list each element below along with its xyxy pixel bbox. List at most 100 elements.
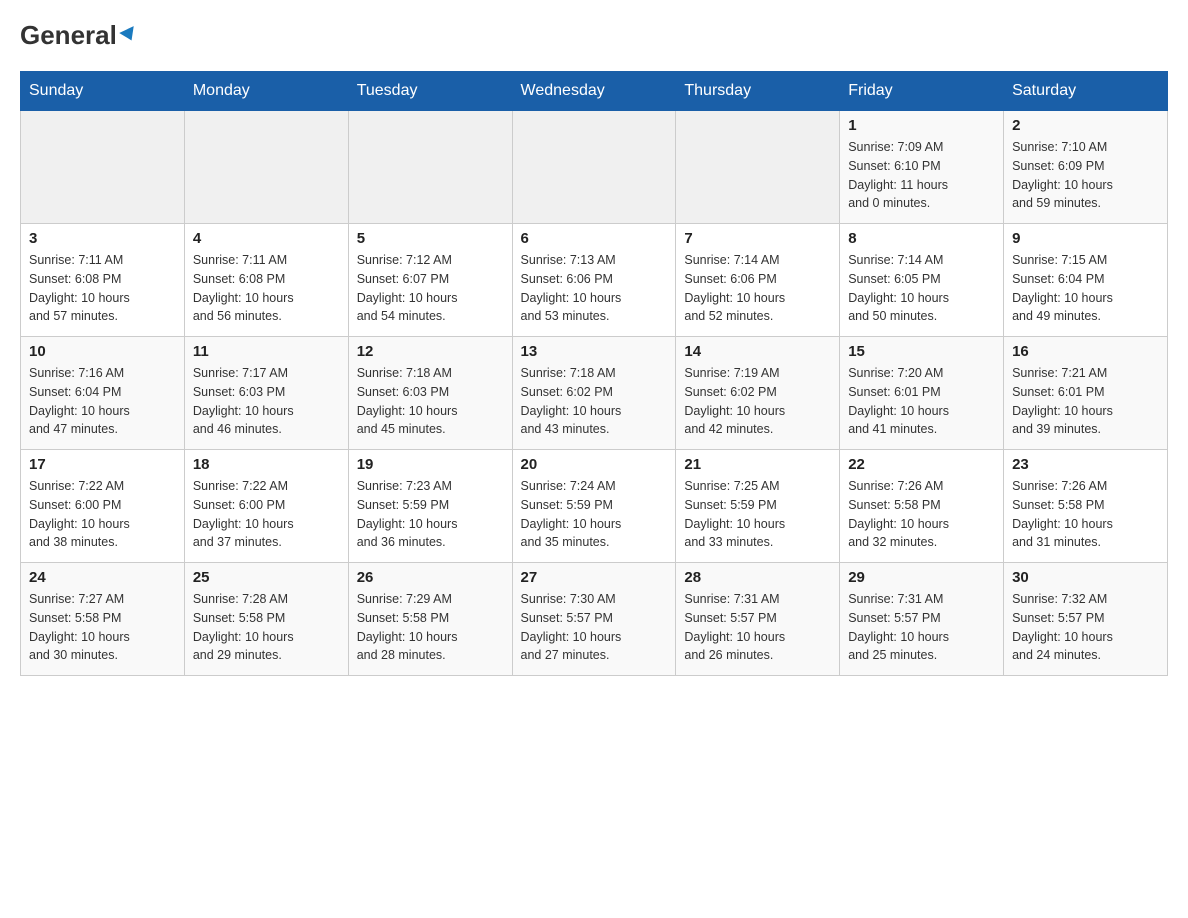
calendar-cell: 26Sunrise: 7:29 AMSunset: 5:58 PMDayligh… [348, 563, 512, 676]
calendar-cell: 23 Sunrise: 7:26 AMSunset: 5:58 PMDayligh… [1004, 450, 1168, 563]
calendar-cell: 21 Sunrise: 7:25 AMSunset: 5:59 PMDayligh… [676, 450, 840, 563]
day-number: 11 [193, 343, 340, 360]
calendar-cell: 30 Sunrise: 7:32 AMSunset: 5:57 PMDayligh… [1004, 563, 1168, 676]
calendar-cell: 1 Sunrise: 7:09 AMSunset: 6:10 PMDaylight… [840, 111, 1004, 224]
calendar-table: SundayMondayTuesdayWednesdayThursdayFrid… [20, 71, 1168, 676]
day-info: Sunrise: 7:18 AMSunset: 6:03 PMDaylight:… [357, 364, 504, 439]
day-number: 29 [848, 569, 995, 586]
day-number: 24 [29, 569, 176, 586]
calendar-cell [512, 111, 676, 224]
day-number: 23 [1012, 456, 1159, 473]
day-number: 9 [1012, 230, 1159, 247]
calendar-cell: 12 Sunrise: 7:18 AMSunset: 6:03 PMDayligh… [348, 337, 512, 450]
day-info: Sunrise: 7:09 AMSunset: 6:10 PMDaylight:… [848, 138, 995, 213]
calendar-cell [21, 111, 185, 224]
weekday-header-wednesday: Wednesday [512, 72, 676, 111]
calendar-cell: 2 Sunrise: 7:10 AMSunset: 6:09 PMDaylight… [1004, 111, 1168, 224]
day-number: 18 [193, 456, 340, 473]
day-info: Sunrise: 7:14 AMSunset: 6:06 PMDaylight:… [684, 251, 831, 326]
day-info: Sunrise: 7:16 AMSunset: 6:04 PMDaylight:… [29, 364, 176, 439]
day-number: 6 [521, 230, 668, 247]
day-info: Sunrise: 7:26 AMSunset: 5:58 PMDaylight:… [1012, 477, 1159, 552]
logo-general-text: General [20, 20, 117, 51]
calendar-cell: 6 Sunrise: 7:13 AMSunset: 6:06 PMDaylight… [512, 224, 676, 337]
day-info: Sunrise: 7:17 AMSunset: 6:03 PMDaylight:… [193, 364, 340, 439]
calendar-cell: 9Sunrise: 7:15 AMSunset: 6:04 PMDaylight… [1004, 224, 1168, 337]
weekday-header-tuesday: Tuesday [348, 72, 512, 111]
day-info: Sunrise: 7:22 AMSunset: 6:00 PMDaylight:… [193, 477, 340, 552]
day-number: 25 [193, 569, 340, 586]
day-number: 28 [684, 569, 831, 586]
day-info: Sunrise: 7:12 AMSunset: 6:07 PMDaylight:… [357, 251, 504, 326]
day-number: 16 [1012, 343, 1159, 360]
day-info: Sunrise: 7:22 AMSunset: 6:00 PMDaylight:… [29, 477, 176, 552]
calendar-cell: 5 Sunrise: 7:12 AMSunset: 6:07 PMDaylight… [348, 224, 512, 337]
day-number: 22 [848, 456, 995, 473]
calendar-cell: 17 Sunrise: 7:22 AMSunset: 6:00 PMDayligh… [21, 450, 185, 563]
calendar-week-row: 1 Sunrise: 7:09 AMSunset: 6:10 PMDaylight… [21, 111, 1168, 224]
calendar-cell: 22 Sunrise: 7:26 AMSunset: 5:58 PMDayligh… [840, 450, 1004, 563]
day-info: Sunrise: 7:10 AMSunset: 6:09 PMDaylight:… [1012, 138, 1159, 213]
day-number: 7 [684, 230, 831, 247]
weekday-header-row: SundayMondayTuesdayWednesdayThursdayFrid… [21, 72, 1168, 111]
day-number: 5 [357, 230, 504, 247]
calendar-cell: 18 Sunrise: 7:22 AMSunset: 6:00 PMDayligh… [184, 450, 348, 563]
weekday-header-thursday: Thursday [676, 72, 840, 111]
calendar-cell: 10Sunrise: 7:16 AMSunset: 6:04 PMDayligh… [21, 337, 185, 450]
day-number: 13 [521, 343, 668, 360]
day-info: Sunrise: 7:31 AMSunset: 5:57 PMDaylight:… [848, 590, 995, 665]
day-info: Sunrise: 7:28 AMSunset: 5:58 PMDaylight:… [193, 590, 340, 665]
day-number: 12 [357, 343, 504, 360]
day-info: Sunrise: 7:31 AMSunset: 5:57 PMDaylight:… [684, 590, 831, 665]
day-info: Sunrise: 7:20 AMSunset: 6:01 PMDaylight:… [848, 364, 995, 439]
day-info: Sunrise: 7:26 AMSunset: 5:58 PMDaylight:… [848, 477, 995, 552]
day-info: Sunrise: 7:23 AMSunset: 5:59 PMDaylight:… [357, 477, 504, 552]
calendar-cell: 27Sunrise: 7:30 AMSunset: 5:57 PMDayligh… [512, 563, 676, 676]
day-number: 2 [1012, 117, 1159, 134]
calendar-week-row: 10Sunrise: 7:16 AMSunset: 6:04 PMDayligh… [21, 337, 1168, 450]
calendar-cell [348, 111, 512, 224]
weekday-header-sunday: Sunday [21, 72, 185, 111]
calendar-cell: 4Sunrise: 7:11 AMSunset: 6:08 PMDaylight… [184, 224, 348, 337]
calendar-cell [676, 111, 840, 224]
weekday-header-monday: Monday [184, 72, 348, 111]
calendar-cell: 15 Sunrise: 7:20 AMSunset: 6:01 PMDayligh… [840, 337, 1004, 450]
day-number: 20 [521, 456, 668, 473]
page-header: General [20, 20, 1168, 51]
calendar-week-row: 24Sunrise: 7:27 AMSunset: 5:58 PMDayligh… [21, 563, 1168, 676]
calendar-cell: 13 Sunrise: 7:18 AMSunset: 6:02 PMDayligh… [512, 337, 676, 450]
day-info: Sunrise: 7:14 AMSunset: 6:05 PMDaylight:… [848, 251, 995, 326]
day-info: Sunrise: 7:21 AMSunset: 6:01 PMDaylight:… [1012, 364, 1159, 439]
day-number: 30 [1012, 569, 1159, 586]
day-number: 14 [684, 343, 831, 360]
calendar-cell: 28 Sunrise: 7:31 AMSunset: 5:57 PMDayligh… [676, 563, 840, 676]
day-number: 1 [848, 117, 995, 134]
day-info: Sunrise: 7:19 AMSunset: 6:02 PMDaylight:… [684, 364, 831, 439]
calendar-cell: 19 Sunrise: 7:23 AMSunset: 5:59 PMDayligh… [348, 450, 512, 563]
calendar-cell: 25 Sunrise: 7:28 AMSunset: 5:58 PMDayligh… [184, 563, 348, 676]
day-number: 26 [357, 569, 504, 586]
day-number: 15 [848, 343, 995, 360]
calendar-cell: 7 Sunrise: 7:14 AMSunset: 6:06 PMDaylight… [676, 224, 840, 337]
calendar-week-row: 3 Sunrise: 7:11 AMSunset: 6:08 PMDaylight… [21, 224, 1168, 337]
calendar-cell: 29 Sunrise: 7:31 AMSunset: 5:57 PMDayligh… [840, 563, 1004, 676]
calendar-cell: 8Sunrise: 7:14 AMSunset: 6:05 PMDaylight… [840, 224, 1004, 337]
calendar-cell: 24Sunrise: 7:27 AMSunset: 5:58 PMDayligh… [21, 563, 185, 676]
day-info: Sunrise: 7:13 AMSunset: 6:06 PMDaylight:… [521, 251, 668, 326]
calendar-cell: 11 Sunrise: 7:17 AMSunset: 6:03 PMDayligh… [184, 337, 348, 450]
calendar-cell [184, 111, 348, 224]
day-number: 17 [29, 456, 176, 473]
day-info: Sunrise: 7:25 AMSunset: 5:59 PMDaylight:… [684, 477, 831, 552]
day-number: 3 [29, 230, 176, 247]
day-number: 19 [357, 456, 504, 473]
logo: General [20, 20, 137, 51]
calendar-cell: 20 Sunrise: 7:24 AMSunset: 5:59 PMDayligh… [512, 450, 676, 563]
day-number: 4 [193, 230, 340, 247]
day-info: Sunrise: 7:32 AMSunset: 5:57 PMDaylight:… [1012, 590, 1159, 665]
day-number: 21 [684, 456, 831, 473]
day-info: Sunrise: 7:11 AMSunset: 6:08 PMDaylight:… [29, 251, 176, 326]
calendar-week-row: 17 Sunrise: 7:22 AMSunset: 6:00 PMDayligh… [21, 450, 1168, 563]
day-info: Sunrise: 7:18 AMSunset: 6:02 PMDaylight:… [521, 364, 668, 439]
calendar-cell: 14 Sunrise: 7:19 AMSunset: 6:02 PMDayligh… [676, 337, 840, 450]
day-info: Sunrise: 7:24 AMSunset: 5:59 PMDaylight:… [521, 477, 668, 552]
